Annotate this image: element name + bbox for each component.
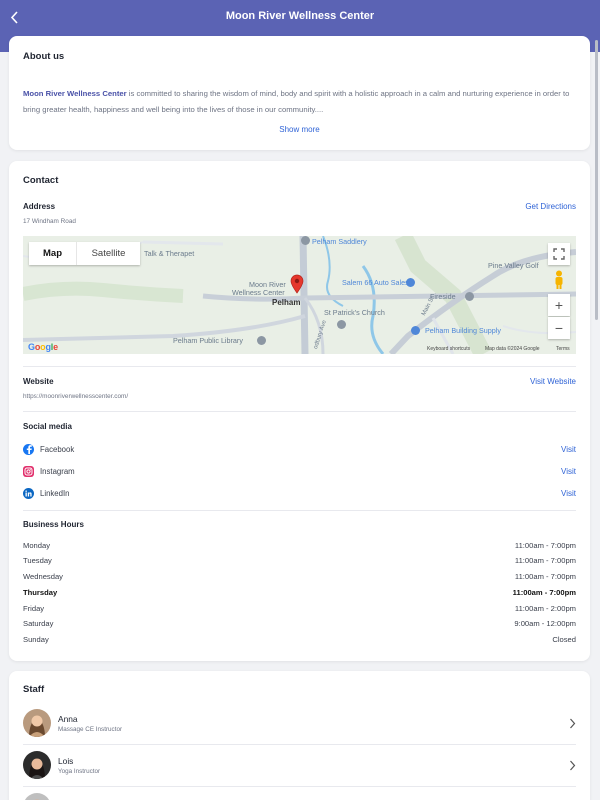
- street-view-button[interactable]: [548, 269, 570, 291]
- map-label-pine-valley: Pine Valley Golf: [488, 261, 539, 270]
- map-poi-marker: [411, 326, 420, 335]
- address-value: 17 Windham Road: [23, 218, 76, 225]
- zoom-out-button[interactable]: −: [548, 317, 570, 339]
- social-row-facebook: Facebook Visit: [23, 442, 576, 456]
- about-description: Moon River Wellness Center is committed …: [23, 86, 576, 118]
- map-poi-marker: [337, 320, 346, 329]
- social-media-label: Social media: [23, 422, 72, 431]
- map-label-talk: Talk & Therapet: [144, 249, 195, 258]
- hours-row-saturday: Saturday 9:00am - 12:00pm: [23, 619, 576, 631]
- social-name-instagram: Instagram: [40, 466, 75, 476]
- avatar: [23, 793, 51, 800]
- google-logo: Google: [28, 342, 58, 352]
- map-label-library: Pelham Public Library: [173, 336, 243, 345]
- fullscreen-button[interactable]: [548, 243, 570, 265]
- visit-linkedin-link[interactable]: Visit: [561, 489, 576, 498]
- map-poi-marker: [301, 236, 310, 245]
- chevron-right-icon: [570, 760, 576, 770]
- hours-day: Thursday: [23, 588, 58, 597]
- instagram-icon: [23, 465, 34, 477]
- hours-day: Friday: [23, 604, 45, 613]
- fullscreen-icon: [553, 248, 565, 260]
- hours-row-tuesday: Tuesday 11:00am - 7:00pm: [23, 556, 576, 568]
- hours-time: 9:00am - 12:00pm: [514, 619, 576, 628]
- divider: [23, 510, 576, 511]
- staff-row[interactable]: [23, 786, 576, 800]
- map-terms-link[interactable]: Terms: [556, 346, 570, 352]
- visit-facebook-link[interactable]: Visit: [561, 445, 576, 454]
- social-name-linkedin: LinkedIn: [40, 488, 70, 498]
- about-title: About us: [23, 51, 65, 62]
- show-more-link[interactable]: Show more: [9, 125, 590, 134]
- hours-day: Sunday: [23, 635, 49, 644]
- page-title: Moon River Wellness Center: [225, 10, 375, 22]
- pegman-icon: [555, 270, 563, 289]
- divider: [23, 411, 576, 412]
- map-data-text: Map data ©2024 Google: [485, 346, 540, 352]
- location-map[interactable]: Map Satellite + − Pelham Saddlery Talk &…: [23, 236, 576, 354]
- hours-row-thursday: Thursday 11:00am - 7:00pm: [23, 588, 576, 600]
- hours-row-friday: Friday 11:00am - 2:00pm: [23, 604, 576, 616]
- avatar: [23, 709, 51, 737]
- hours-row-monday: Monday 11:00am - 7:00pm: [23, 541, 576, 553]
- facebook-icon: [23, 443, 34, 455]
- staff-role: Massage CE Instructor: [58, 725, 123, 733]
- get-directions-link[interactable]: Get Directions: [525, 202, 576, 211]
- about-org-name: Moon River Wellness Center: [23, 89, 127, 98]
- map-poi-marker: [465, 292, 474, 301]
- keyboard-shortcuts-link[interactable]: Keyboard shortcuts: [427, 346, 470, 352]
- hours-day: Tuesday: [23, 556, 52, 565]
- staff-name: Lois: [58, 755, 74, 766]
- linkedin-icon: [23, 487, 34, 499]
- hours-day: Monday: [23, 541, 51, 550]
- hours-row-sunday: Sunday Closed: [23, 635, 576, 647]
- location-pin-icon[interactable]: [290, 274, 304, 294]
- map-label-salem66: Salem 66 Auto Sales: [342, 278, 409, 287]
- hours-time: Closed: [552, 635, 576, 644]
- staff-card: Staff Anna Massage CE Instructor Lois Yo…: [9, 671, 590, 800]
- avatar: [23, 751, 51, 779]
- hours-day: Wednesday: [23, 572, 63, 581]
- social-name-facebook: Facebook: [40, 444, 75, 454]
- map-label-wellness-center: Wellness Center: [232, 288, 285, 297]
- staff-name: Anna: [58, 713, 78, 724]
- staff-info: Anna Massage CE Instructor: [58, 714, 122, 733]
- website-label: Website: [23, 377, 54, 386]
- contact-card: Contact Address 17 Windham Road Get Dire…: [9, 161, 590, 661]
- chevron-right-icon: [570, 718, 576, 728]
- map-poi-marker: [257, 336, 266, 345]
- hours-time: 11:00am - 7:00pm: [514, 541, 576, 550]
- address-label: Address: [23, 202, 56, 211]
- map-label-building-supply: Pelham Building Supply: [425, 326, 501, 335]
- staff-row[interactable]: Lois Yoga Instructor: [23, 744, 576, 786]
- zoom-in-button[interactable]: +: [548, 294, 570, 316]
- social-row-instagram: Instagram Visit: [23, 464, 576, 478]
- visit-instagram-link[interactable]: Visit: [561, 467, 576, 476]
- website-url: https://moonriverwellnesscenter.com/: [23, 393, 129, 400]
- contact-title: Contact: [23, 175, 59, 186]
- social-row-linkedin: LinkedIn Visit: [23, 486, 576, 500]
- divider: [23, 366, 576, 367]
- staff-info: Lois Yoga Instructor: [58, 756, 100, 775]
- hours-time: 11:00am - 7:00pm: [514, 572, 576, 581]
- satellite-tab[interactable]: Satellite: [76, 242, 140, 265]
- about-card: About us Moon River Wellness Center is c…: [9, 36, 590, 150]
- map-type-toggle: Map Satellite: [29, 242, 140, 265]
- visit-website-link[interactable]: Visit Website: [530, 377, 576, 386]
- hours-day: Saturday: [23, 619, 54, 628]
- staff-title: Staff: [23, 684, 45, 695]
- hours-row-wednesday: Wednesday 11:00am - 7:00pm: [23, 572, 576, 584]
- map-label-pelham: Pelham: [272, 298, 301, 307]
- map-tab[interactable]: Map: [29, 242, 76, 265]
- business-hours-label: Business Hours: [23, 520, 84, 529]
- map-label-st-patricks: St Patrick's Church: [324, 308, 385, 317]
- staff-role: Yoga Instructor: [58, 767, 101, 775]
- staff-row[interactable]: Anna Massage CE Instructor: [23, 702, 576, 744]
- scrollbar[interactable]: [595, 40, 598, 320]
- hours-time: 11:00am - 7:00pm: [514, 556, 576, 565]
- map-label-pelham-saddlery: Pelham Saddlery: [312, 237, 367, 246]
- hours-time: 11:00am - 7:00pm: [512, 588, 576, 597]
- hours-time: 11:00am - 2:00pm: [514, 604, 576, 613]
